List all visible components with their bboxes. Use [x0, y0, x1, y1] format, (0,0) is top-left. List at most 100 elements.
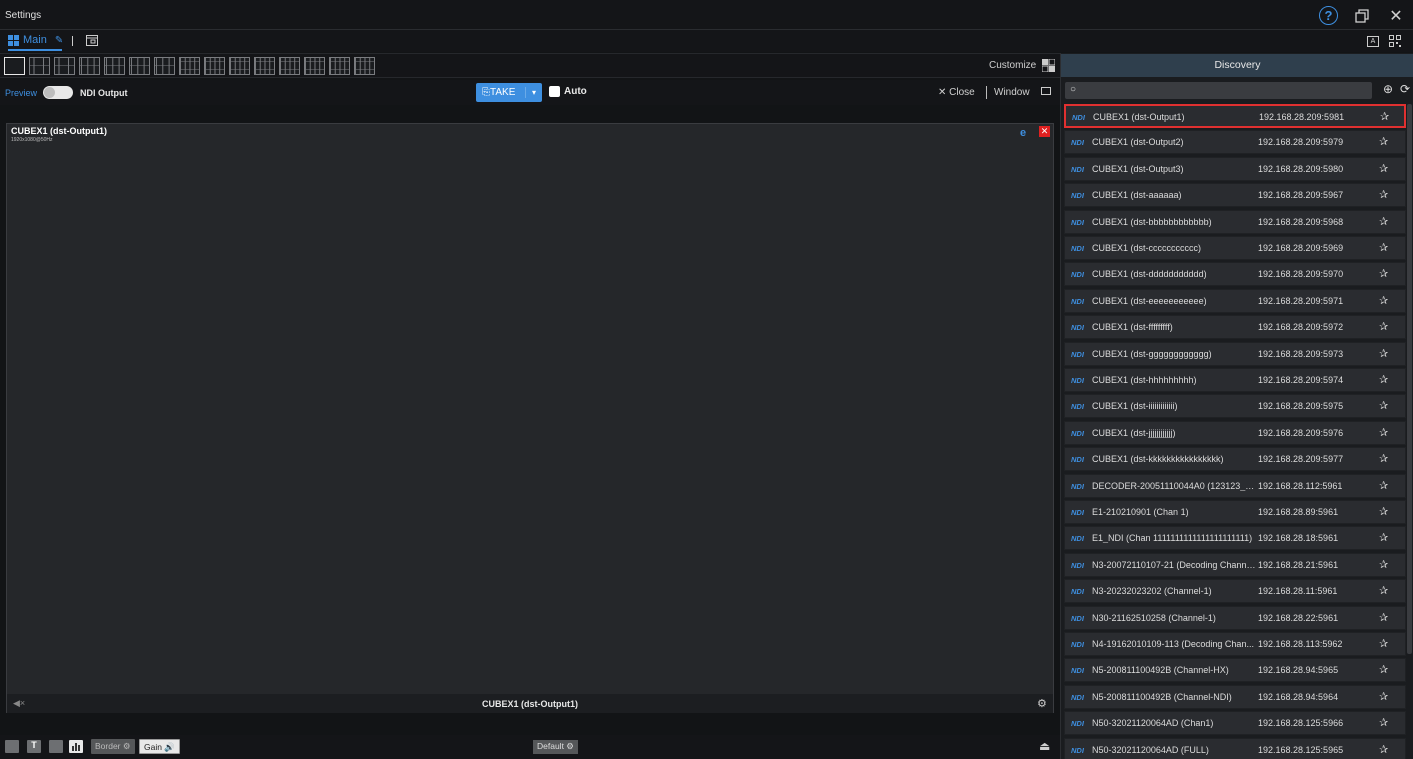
pin-icon[interactable]: ✰ — [1379, 267, 1388, 280]
discovery-item[interactable]: NDI CUBEX1 (dst-gggggggggggg) 192.168.28.2… — [1064, 341, 1406, 366]
layout-preset-15[interactable] — [354, 57, 375, 75]
layout-preset-6[interactable] — [129, 57, 150, 75]
scrollbar[interactable] — [1407, 104, 1412, 654]
pin-icon[interactable]: ✰ — [1379, 558, 1388, 571]
pin-icon[interactable]: ✰ — [1379, 611, 1388, 624]
discovery-item[interactable]: NDI N5-200811100492B (Channel-HX) 192.168.… — [1064, 658, 1406, 683]
pin-icon[interactable]: ✰ — [1379, 215, 1388, 228]
layout-preset-3[interactable] — [54, 57, 75, 75]
edit-icon[interactable]: ✎ — [55, 35, 63, 46]
layout-preset-5[interactable] — [104, 57, 125, 75]
pin-icon[interactable]: ✰ — [1379, 188, 1388, 201]
discovery-item[interactable]: NDI N5-200811100492B (Channel-NDI) 192.168… — [1064, 684, 1406, 709]
pin-icon[interactable]: ✰ — [1379, 690, 1388, 703]
layout-preset-12[interactable] — [279, 57, 300, 75]
refresh-icon[interactable]: ⟳ — [1400, 82, 1410, 96]
close-panel-icon[interactable]: ✕ — [1039, 126, 1050, 137]
discovery-item[interactable]: NDI CUBEX1 (dst-iiiiiiiiiiiii) 192.168.28.… — [1064, 394, 1406, 419]
auto-checkbox[interactable]: Auto — [549, 86, 587, 97]
pin-icon[interactable]: ✰ — [1379, 241, 1388, 254]
pin-icon[interactable]: ✰ — [1379, 373, 1388, 386]
discovery-item[interactable]: NDI DECODER-20051110044A0 (123123_c... 192… — [1064, 473, 1406, 498]
take-button[interactable]: ⎘TAKE ▾ — [476, 83, 542, 102]
close-window-icon[interactable]: ✕ — [1386, 6, 1406, 26]
layout-grid-icon[interactable] — [5, 740, 19, 753]
qr-icon[interactable] — [1389, 35, 1401, 50]
window-button[interactable]: Window — [994, 87, 1030, 98]
layout-preset-4[interactable] — [79, 57, 100, 75]
chevron-down-icon[interactable]: ▾ — [526, 88, 542, 97]
layout-preset-11[interactable] — [254, 57, 275, 75]
discovery-item[interactable]: NDI N50-32021120064AD (Chan1) 192.168.28.1… — [1064, 711, 1406, 736]
discovery-item[interactable]: NDI CUBEX1 (dst-kkkkkkkkkkkkkkkk) 192.168.… — [1064, 447, 1406, 472]
pin-icon[interactable]: ✰ — [1379, 743, 1388, 756]
discovery-item[interactable]: NDI CUBEX1 (dst-Output1) 192.168.28.209:59… — [1064, 104, 1406, 128]
close-button[interactable]: ✕ Close — [938, 87, 975, 98]
layout-preset-9[interactable] — [204, 57, 225, 75]
layout-preset-8[interactable] — [179, 57, 200, 75]
discovery-item[interactable]: NDI CUBEX1 (dst-aaaaaa) 192.168.28.209:596… — [1064, 183, 1406, 208]
discovery-item[interactable]: NDI CUBEX1 (dst-fffffffff) 192.168.28.209:… — [1064, 315, 1406, 340]
restore-icon[interactable] — [1352, 6, 1372, 26]
discovery-item[interactable]: NDI E1_NDI (Chan 1111111111111111111111) 1… — [1064, 526, 1406, 551]
layout-preset-7[interactable] — [154, 57, 175, 75]
pin-icon[interactable]: ✰ — [1379, 479, 1388, 492]
eject-icon[interactable]: ⏏ — [1039, 739, 1050, 753]
pin-icon[interactable]: ✰ — [1379, 716, 1388, 729]
default-button[interactable]: Default ⚙ — [533, 740, 578, 754]
discovery-item[interactable]: NDI N4-19162010109-113 (Decoding Chan... 1… — [1064, 632, 1406, 656]
discovery-item[interactable]: NDI E1-210210901 (Chan 1) 192.168.28.89:59… — [1064, 500, 1406, 524]
pin-icon[interactable]: ✰ — [1379, 135, 1388, 148]
customize-label[interactable]: Customize — [989, 60, 1036, 71]
add-source-icon[interactable]: ⊕ — [1383, 82, 1393, 96]
pin-icon[interactable]: ✰ — [1379, 294, 1388, 307]
pin-icon[interactable]: ✰ — [1379, 452, 1388, 465]
monitor-icon[interactable] — [1041, 87, 1051, 95]
pin-icon[interactable]: ✰ — [1379, 637, 1388, 650]
search-input[interactable]: ○ — [1065, 82, 1372, 99]
image-icon[interactable] — [49, 740, 63, 753]
pin-icon[interactable]: ✰ — [1379, 426, 1388, 439]
settings-icon[interactable]: ⚙ — [1037, 697, 1047, 710]
discovery-item[interactable]: NDI CUBEX1 (dst-Output3) 192.168.28.209:59… — [1064, 156, 1406, 181]
discovery-item[interactable]: NDI CUBEX1 (dst-jjjjjjjjjjjj) 192.168.28.2… — [1064, 420, 1406, 445]
customize-icon[interactable] — [1041, 58, 1056, 75]
pin-icon[interactable]: ✰ — [1379, 531, 1388, 544]
text-icon[interactable]: T — [27, 740, 41, 753]
layout-preset-10[interactable] — [229, 57, 250, 75]
ndi-output-toggle[interactable] — [43, 86, 73, 99]
audio-meter-icon[interactable] — [69, 740, 83, 753]
gain-button[interactable]: Gain 🔊 — [139, 739, 180, 754]
layout-preset-14[interactable] — [329, 57, 350, 75]
layout-preset-13[interactable] — [304, 57, 325, 75]
discovery-item[interactable]: NDI CUBEX1 (dst-bbbbbbbbbbbb) 192.168.28.2… — [1064, 209, 1406, 234]
pin-icon[interactable]: ✰ — [1379, 347, 1388, 360]
discovery-item[interactable]: NDI CUBEX1 (dst-hhhhhhhhh) 192.168.28.209:… — [1064, 368, 1406, 392]
layout-preset-1[interactable] — [4, 57, 25, 75]
add-tab-icon[interactable] — [86, 35, 98, 49]
help-icon[interactable]: ? — [1319, 6, 1338, 25]
discovery-item[interactable]: NDI CUBEX1 (dst-ccccccccccc) 192.168.28.20… — [1064, 236, 1406, 260]
pin-icon[interactable]: ✰ — [1379, 505, 1388, 518]
pin-icon[interactable]: ✰ — [1379, 584, 1388, 597]
discovery-item[interactable]: NDI N30-21162510258 (Channel-1) 192.168.28… — [1064, 605, 1406, 630]
pin-icon[interactable]: ✰ — [1379, 399, 1388, 412]
preview-panel[interactable]: CUBEX1 (dst-Output1) 1920x1080@50Hz e ✕ … — [6, 123, 1054, 713]
discovery-item[interactable]: NDI N50-32021120064AD (FULL) 192.168.28.12… — [1064, 737, 1406, 759]
browser-icon[interactable]: e — [1020, 127, 1026, 139]
discovery-item[interactable]: NDI CUBEX1 (dst-ddddddddddd) 192.168.28.20… — [1064, 262, 1406, 287]
tab-main[interactable]: Main ✎ — [8, 34, 63, 46]
discovery-item[interactable]: NDI CUBEX1 (dst-eeeeeeeeeee) 192.168.28.20… — [1064, 288, 1406, 313]
discovery-item[interactable]: NDI CUBEX1 (dst-Output2) 192.168.28.209:59… — [1064, 130, 1406, 155]
layout-preset-2[interactable] — [29, 57, 50, 75]
pin-icon[interactable]: ✰ — [1379, 663, 1388, 676]
border-button[interactable]: Border ⚙ — [91, 739, 135, 754]
ndi-badge: NDI — [1071, 270, 1084, 280]
pin-icon[interactable]: ✰ — [1379, 320, 1388, 333]
pin-icon[interactable]: ✰ — [1380, 110, 1389, 123]
checkbox[interactable] — [549, 86, 560, 97]
discovery-item[interactable]: NDI N3-20072110107-21 (Decoding Channel) 1… — [1064, 552, 1406, 577]
text-mode-icon[interactable]: A — [1367, 36, 1379, 47]
pin-icon[interactable]: ✰ — [1379, 162, 1388, 175]
discovery-item[interactable]: NDI N3-20232023202 (Channel-1) 192.168.28.… — [1064, 579, 1406, 604]
